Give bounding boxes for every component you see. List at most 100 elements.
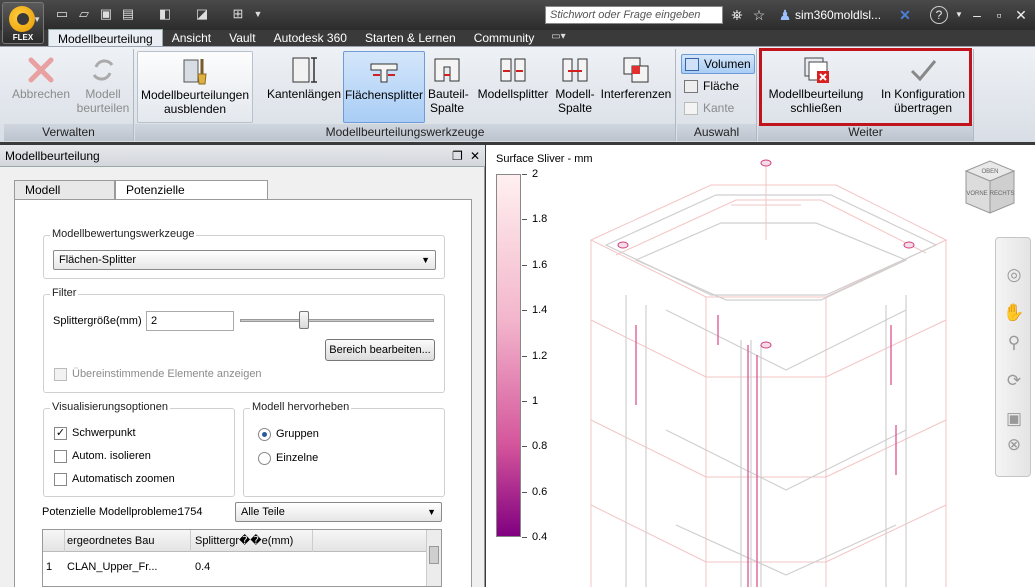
splitter-size-label: Splittergröße(mm)	[53, 315, 142, 327]
model-wireframe[interactable]	[486, 145, 1035, 587]
modell-spalte-button[interactable]: Modell- Spalte	[552, 51, 598, 123]
volume-icon	[685, 58, 699, 71]
zoomen-checkbox[interactable]	[54, 473, 67, 486]
float-icon[interactable]: ❐	[452, 145, 463, 167]
legend-tick-label: 2	[532, 168, 539, 180]
splitter-size-input[interactable]: 2	[146, 311, 234, 331]
isolieren-checkbox[interactable]	[54, 450, 67, 463]
tab-modell-bewerten[interactable]: Modell bewerten	[14, 180, 115, 215]
flaechensplitter-button[interactable]: Flächensplitter	[343, 51, 425, 123]
schwerpunkt-label: Schwerpunkt	[72, 427, 136, 439]
user-name[interactable]: sim360moldlsl...	[795, 8, 881, 22]
modell-beurteilen-button[interactable]: Modell beurteilen	[74, 51, 132, 123]
table-scrollbar[interactable]	[426, 530, 441, 586]
viewcube-right-label[interactable]: RECHTS	[990, 191, 1015, 197]
search-input[interactable]: Stichwort oder Frage eingeben	[545, 6, 723, 24]
legend-tick-mark	[522, 355, 527, 357]
modellspalte-label-1: Modell-	[555, 87, 595, 101]
parameters-icon[interactable]: ⊞	[230, 6, 246, 22]
gruppen-radio[interactable]	[258, 428, 271, 441]
new-icon[interactable]: ▭	[54, 6, 70, 22]
splitter-size-slider[interactable]	[240, 319, 434, 322]
viewcube-top-label[interactable]: OBEN	[981, 169, 998, 175]
schwerpunkt-checkbox[interactable]: ✓	[54, 427, 67, 440]
application-menu-button[interactable]: ▼ FLEX	[2, 2, 44, 44]
title-bar: ▭ ▱ ▣ ▤ ◧ ◪ ⊞ ▼ Stichwort oder Frage ein…	[0, 0, 1035, 30]
probleme-count: 1754	[178, 506, 203, 518]
flaeche-button[interactable]: Fläche	[681, 77, 755, 97]
probleme-table: ergeordnetes Bau Splittergr��e(mm) 1 CLA…	[42, 529, 442, 587]
filter-group-label: Filter	[50, 287, 79, 299]
steering-wheel-icon[interactable]: ◎	[1003, 264, 1025, 286]
modellbeurteilungen-ausblenden-button[interactable]: Modellbeurteilungen ausblenden	[137, 51, 253, 123]
close-icon[interactable]: ✕	[1012, 6, 1030, 24]
column-header-bauteil[interactable]: ergeordnetes Bau	[67, 530, 191, 552]
panel-close-icon[interactable]: ✕	[470, 145, 480, 167]
table-row-bauteil[interactable]: CLAN_Upper_Fr...	[67, 556, 191, 578]
tab-potenzielle-modellprobleme[interactable]: Potenzielle Modellprobleme	[115, 180, 268, 215]
legend-tick-mark	[522, 446, 527, 448]
tab-community[interactable]: Community	[465, 29, 544, 47]
bereich-bearbeiten-button[interactable]: Bereich bearbeiten...	[325, 339, 435, 361]
help-icon[interactable]: ?	[930, 6, 948, 24]
kante-button[interactable]: Kante	[681, 99, 755, 119]
uebereinstimmend-checkbox[interactable]	[54, 368, 67, 381]
kantenlaengen-label: Kantenlängen	[266, 87, 342, 101]
save-icon[interactable]: ▣	[98, 6, 114, 22]
slider-thumb[interactable]	[299, 311, 310, 329]
binoculars-icon[interactable]: ⛯	[728, 6, 746, 24]
navigate-icon[interactable]: ⊗	[1003, 434, 1025, 456]
restore-icon[interactable]: ▫	[990, 6, 1008, 24]
column-header-splittergroesse[interactable]: Splittergr��e(mm)	[193, 530, 313, 552]
einzelne-radio[interactable]	[258, 452, 271, 465]
tab-starten-lernen[interactable]: Starten & Lernen	[356, 29, 465, 47]
pan-icon[interactable]: ✋	[1003, 302, 1025, 324]
print-icon[interactable]: ▤	[120, 6, 136, 22]
tab-autodesk-360[interactable]: Autodesk 360	[265, 29, 356, 47]
graphics-viewport[interactable]: Surface Sliver - mm 2 1.8 1.6 1.4 1.2 1 0.8 0.6…	[486, 145, 1035, 587]
qa-dropdown-icon[interactable]: ▼	[250, 6, 266, 22]
beurteilen-label-1: Modell	[85, 87, 121, 101]
tab-modellbeurteilung[interactable]: Modellbeurteilung	[48, 29, 163, 47]
legend-tick-label: 0.6	[532, 485, 548, 498]
ribbon-options-icon[interactable]: ▭▾	[543, 29, 573, 47]
zoom-icon[interactable]: ⚲	[1003, 332, 1025, 354]
app-badge: FLEX	[12, 33, 34, 42]
help-dropdown-icon[interactable]: ▼	[950, 6, 968, 24]
table-row-index[interactable]: 1	[46, 556, 52, 578]
table-header: ergeordnetes Bau Splittergr��e(mm)	[43, 530, 427, 552]
legend-tick-mark	[522, 219, 527, 221]
tab-ansicht[interactable]: Ansicht	[163, 29, 220, 47]
beurteilen-label-2: beurteilen	[76, 101, 130, 115]
bauteil-spalte-button[interactable]: Bauteil- Spalte	[428, 51, 469, 123]
exchange-icon[interactable]: ✕	[896, 6, 914, 24]
viewcube[interactable]: OBEN VORNE RECHTS	[958, 157, 1020, 219]
star-icon[interactable]: ☆	[750, 6, 768, 24]
interferenzen-button[interactable]: Interferenzen	[600, 51, 672, 123]
user-icon[interactable]: ♟	[776, 6, 794, 24]
bauteilspalte-label-1: Bauteil-	[428, 87, 469, 101]
gruppen-label: Gruppen	[276, 428, 319, 440]
kantenlaengen-button[interactable]: Kantenlängen	[265, 51, 343, 123]
teile-select[interactable]: Alle Teile ▼	[235, 502, 442, 522]
tab-vault[interactable]: Vault	[220, 29, 264, 47]
table-row-splittergroesse[interactable]: 0.4	[195, 556, 210, 578]
volumen-button[interactable]: Volumen	[681, 54, 755, 74]
legend-tick-label: 1.8	[532, 213, 548, 226]
open-icon[interactable]: ▱	[76, 6, 92, 22]
scrollbar-thumb[interactable]	[429, 546, 439, 564]
orbit-icon[interactable]: ⟳	[1003, 370, 1025, 392]
abbrechen-button[interactable]: Abbrechen	[8, 51, 74, 123]
chevron-down-icon: ▼	[427, 507, 436, 517]
minimize-icon[interactable]: –	[968, 6, 986, 24]
material-icon[interactable]: ◧	[157, 6, 173, 22]
legend-color-bar	[496, 174, 521, 537]
modellsplitter-button[interactable]: Modellsplitter	[474, 51, 552, 123]
look-at-icon[interactable]: ▣	[1003, 408, 1025, 430]
appearance-icon[interactable]: ◪	[194, 6, 210, 22]
viewcube-front-label[interactable]: VORNE	[966, 191, 987, 197]
werkzeug-select[interactable]: Flächen-Splitter ▼	[53, 250, 436, 270]
model-sliver-icon	[498, 55, 528, 85]
visualisierung-group-label: Visualisierungsoptionen	[50, 401, 170, 413]
panel-modellbeurteilungswerkzeuge: Modellbeurteilungen ausblenden Kantenlän…	[135, 49, 676, 141]
